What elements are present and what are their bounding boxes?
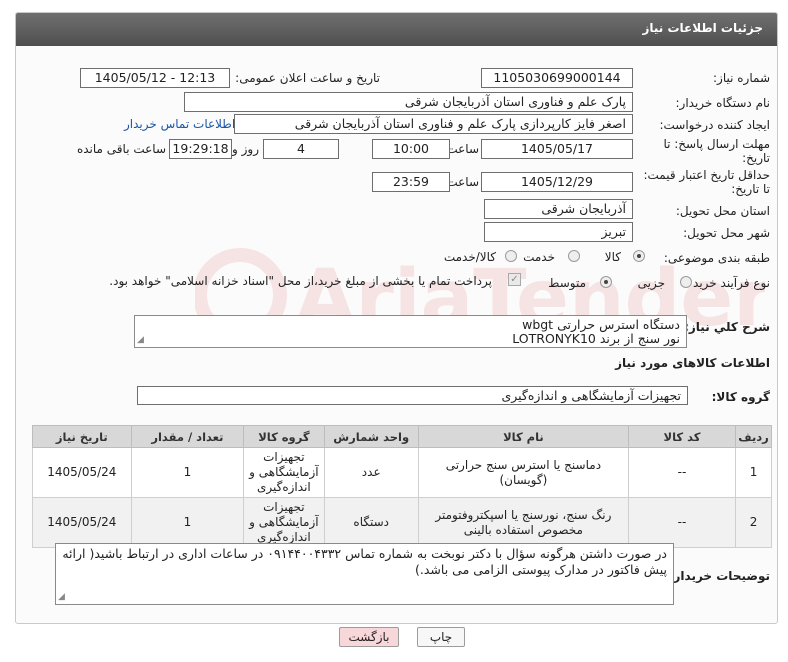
cell-unit: دستگاه: [323, 497, 419, 548]
buyer-notes-textarea[interactable]: در صورت داشتن هرگونه سؤال با دکتر نوبخت …: [55, 543, 674, 605]
cell-group: تجهیزات آزمایشگاهی و اندازه‌گیری: [243, 447, 325, 498]
validity-time: 23:59: [372, 172, 450, 192]
resize-grip-icon[interactable]: ◢: [58, 593, 65, 602]
category-radio-service[interactable]: [568, 250, 580, 262]
col-header-date: تاریخ نیاز: [32, 425, 132, 448]
cell-qty: 1: [130, 497, 245, 548]
cell-name: دماسنج یا استرس سنج حرارتی (گویسان): [417, 447, 629, 498]
cell-row: 2: [735, 497, 772, 548]
panel-header: جزئیات اطلاعات نیاز: [16, 13, 777, 46]
print-button[interactable]: چاپ: [417, 627, 465, 647]
description-label: شرح کلي نياز:: [684, 320, 770, 334]
validity-label-2: تا تاریخ:: [731, 182, 770, 196]
col-header-code: کد کالا: [627, 425, 737, 448]
buyer-notes-text: در صورت داشتن هرگونه سؤال با دکتر نوبخت …: [62, 546, 667, 577]
announce-label: تاریخ و ساعت اعلان عمومی:: [235, 71, 380, 85]
cell-group: تجهیزات آزمایشگاهی و اندازه‌گیری: [243, 497, 325, 548]
province-value: آذربایجان شرقی: [484, 199, 633, 219]
panel-title: جزئیات اطلاعات نیاز: [642, 21, 763, 35]
process-radio-minor[interactable]: [680, 276, 692, 288]
cell-row: 1: [735, 447, 772, 498]
goods-section-title: اطلاعات کالاهای مورد نیاز: [615, 356, 770, 370]
cell-code: --: [627, 447, 737, 498]
days-remaining: 4: [263, 139, 339, 159]
deadline-label-2: تاریخ:: [742, 151, 770, 165]
city-label: شهر محل تحویل:: [683, 226, 770, 240]
cell-date: 1405/05/24: [32, 497, 132, 548]
category-radio-goods[interactable]: [633, 250, 645, 262]
validity-time-label: ساعت: [446, 175, 479, 189]
process-label: نوع فرآیند خرید :: [685, 276, 770, 290]
table-row: 2 -- رنگ سنج، نورسنج یا اسپکتروفتومتر مخ…: [32, 497, 772, 548]
category-radio-goods-service[interactable]: [505, 250, 517, 262]
remaining-label: ساعت باقی مانده: [76, 142, 166, 156]
goods-group-label: گروه کالا:: [711, 390, 770, 404]
deadline-time-label: ساعت: [446, 142, 479, 156]
back-button[interactable]: بازگشت: [339, 627, 399, 647]
deadline-date: 1405/05/17: [481, 139, 633, 159]
buyer-value: پارک علم و فناوری استان آذربایجان شرقی: [184, 92, 633, 112]
creator-value: اصغر فایز کارپردازی پارک علم و فناوری اس…: [234, 114, 633, 134]
col-header-group: گروه کالا: [243, 425, 325, 448]
cell-code: --: [627, 497, 737, 548]
cell-unit: عدد: [323, 447, 419, 498]
category-option-goods-service: کالا/خدمت: [443, 250, 496, 264]
buyer-label: نام دستگاه خریدار:: [675, 96, 771, 110]
col-header-unit: واحد شمارش: [323, 425, 419, 448]
table-header-row: ردیف کد کالا نام کالا واحد شمارش گروه کا…: [32, 425, 772, 448]
category-label: طبقه بندی موضوعی:: [663, 251, 770, 265]
validity-label: حداقل تاریخ اعتبار قیمت:: [643, 168, 770, 182]
cell-qty: 1: [130, 447, 245, 498]
buyer-notes-label: توضیحات خریدار:: [668, 569, 770, 583]
resize-grip-icon[interactable]: ◢: [137, 336, 144, 345]
col-header-row: ردیف: [735, 425, 772, 448]
treasury-payment-note: پرداخت تمام یا بخشی از مبلغ خرید،از محل …: [109, 274, 492, 288]
items-table: ردیف کد کالا نام کالا واحد شمارش گروه کا…: [32, 425, 772, 548]
col-header-name: نام کالا: [417, 425, 629, 448]
treasury-checkbox[interactable]: ✓: [508, 273, 521, 286]
process-radio-medium[interactable]: [600, 276, 612, 288]
buyer-contact-link[interactable]: اطلاعات تماس خریدار: [124, 117, 235, 131]
city-value: تبریز: [484, 222, 633, 242]
remaining-time: 19:29:18: [169, 139, 232, 159]
cell-date: 1405/05/24: [32, 447, 132, 498]
table-row: 1 -- دماسنج یا استرس سنج حرارتی (گویسان)…: [32, 447, 772, 498]
description-textarea[interactable]: دستگاه استرس حرارتی wbgt نور سنج از برند…: [134, 315, 687, 348]
need-number-value: 1105030699000144: [481, 68, 633, 88]
validity-date: 1405/12/29: [481, 172, 633, 192]
deadline-time: 10:00: [372, 139, 450, 159]
process-option-minor: جزیی: [637, 276, 665, 290]
need-number-label: شماره نیاز:: [713, 71, 770, 85]
goods-group-value: تجهیزات آزمایشگاهی و اندازه‌گیری: [137, 386, 688, 405]
creator-label: ایجاد کننده درخواست:: [659, 118, 770, 132]
description-line-1: دستگاه استرس حرارتی wbgt: [522, 317, 680, 332]
category-option-service: خدمت: [523, 250, 555, 264]
col-header-qty: تعداد / مقدار: [130, 425, 245, 448]
province-label: استان محل تحویل:: [675, 204, 770, 218]
deadline-label: مهلت ارسال پاسخ: تا: [663, 137, 770, 151]
announce-value: 1405/05/12 - 12:13: [80, 68, 230, 88]
process-option-medium: متوسط: [548, 276, 586, 290]
description-line-2: نور سنج از برند LOTRONYK10: [512, 331, 680, 346]
cell-name: رنگ سنج، نورسنج یا اسپکتروفتومتر مخصوص ا…: [417, 497, 629, 548]
days-label: روز و: [232, 142, 259, 156]
category-option-goods: کالا: [604, 250, 621, 264]
